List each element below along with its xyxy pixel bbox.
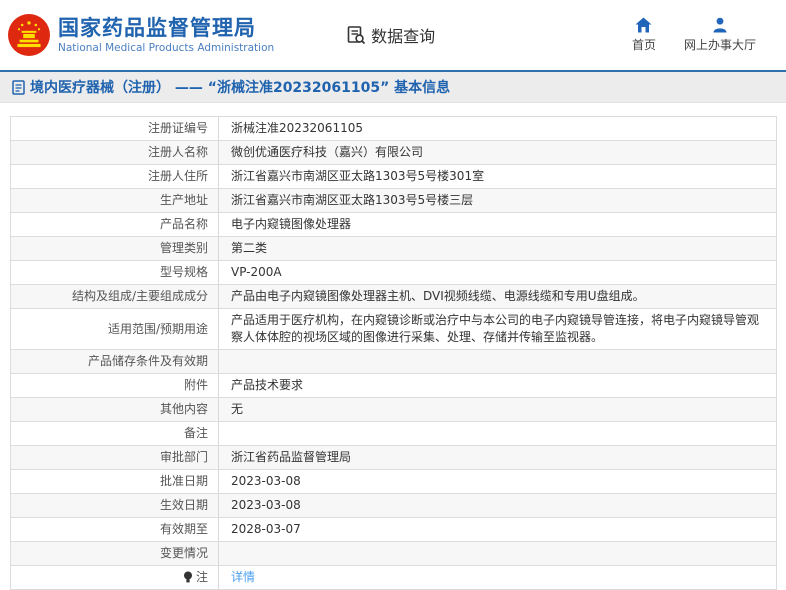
data-query-section[interactable]: 数据查询 bbox=[346, 23, 435, 47]
header-nav: 首页 网上办事大厅 bbox=[632, 17, 756, 53]
row-label: 批准日期 bbox=[11, 470, 219, 493]
table-row: 审批部门 浙江省药品监督管理局 bbox=[11, 446, 776, 470]
row-value: 2023-03-08 bbox=[231, 474, 301, 488]
row-label: 适用范围/预期用途 bbox=[11, 309, 219, 349]
table-row: 变更情况 bbox=[11, 542, 776, 566]
row-label: 注册人名称 bbox=[11, 141, 219, 164]
row-value bbox=[219, 542, 776, 565]
site-title: 国家药品监督管理局 bbox=[58, 15, 256, 40]
table-row: 附件 产品技术要求 bbox=[11, 374, 776, 398]
row-label: 其他内容 bbox=[11, 398, 219, 421]
breadcrumb-bar: 境内医疗器械（注册） —— “浙械注准20232061105” 基本信息 bbox=[0, 72, 786, 103]
table-row: 批准日期 2023-03-08 bbox=[11, 470, 776, 494]
table-row: 管理类别 第二类 bbox=[11, 237, 776, 261]
row-value: 产品技术要求 bbox=[231, 378, 304, 392]
row-value: 电子内窥镜图像处理器 bbox=[231, 217, 352, 231]
row-label: 审批部门 bbox=[11, 446, 219, 469]
row-label: 管理类别 bbox=[11, 237, 219, 260]
row-label: 备注 bbox=[11, 422, 219, 445]
table-row: 生效日期 2023-03-08 bbox=[11, 494, 776, 518]
home-icon bbox=[635, 17, 652, 33]
table-row: 适用范围/预期用途 产品适用于医疗机构，在内窥镜诊断或治疗中与本公司的电子内窥镜… bbox=[11, 309, 776, 350]
row-value: 浙江省嘉兴市南湖区亚太路1303号5号楼三层 bbox=[231, 193, 474, 207]
table-row: 产品储存条件及有效期 bbox=[11, 350, 776, 374]
row-value: 浙械注准20232061105 bbox=[231, 121, 363, 135]
nav-item-home[interactable]: 首页 bbox=[632, 17, 656, 53]
table-row: 生产地址 浙江省嘉兴市南湖区亚太路1303号5号楼三层 bbox=[11, 189, 776, 213]
row-value: 浙江省药品监督管理局 bbox=[231, 450, 352, 464]
row-value: 产品适用于医疗机构，在内窥镜诊断或治疗中与本公司的电子内窥镜导管连接，将电子内窥… bbox=[231, 313, 760, 344]
row-value: VP-200A bbox=[231, 265, 282, 279]
brand-text: 国家药品监督管理局 National Medical Products Admi… bbox=[58, 16, 274, 54]
table-row: 注册人名称 微创优通医疗科技（嘉兴）有限公司 bbox=[11, 141, 776, 165]
person-icon bbox=[713, 17, 727, 33]
document-icon bbox=[12, 79, 25, 95]
table-row: 型号规格 VP-200A bbox=[11, 261, 776, 285]
breadcrumb-text: 境内医疗器械（注册） —— “浙械注准20232061105” 基本信息 bbox=[30, 80, 451, 96]
row-value: 第二类 bbox=[231, 241, 268, 255]
nav-item-service-hall[interactable]: 网上办事大厅 bbox=[684, 17, 756, 53]
note-label: 注 bbox=[195, 570, 208, 584]
row-label: 注 bbox=[11, 566, 219, 589]
row-label: 注册证编号 bbox=[11, 117, 219, 140]
row-label: 生效日期 bbox=[11, 494, 219, 517]
page-header: 国家药品监督管理局 National Medical Products Admi… bbox=[0, 0, 786, 70]
details-link[interactable]: 详情 bbox=[231, 570, 255, 584]
row-label: 附件 bbox=[11, 374, 219, 397]
table-row: 注 详情 bbox=[11, 566, 776, 590]
table-row: 注册人住所 浙江省嘉兴市南湖区亚太路1303号5号楼301室 bbox=[11, 165, 776, 189]
row-value: 2028-03-07 bbox=[231, 522, 301, 536]
row-value: 无 bbox=[231, 402, 244, 416]
row-label: 产品储存条件及有效期 bbox=[11, 350, 219, 373]
row-value: 微创优通医疗科技（嘉兴）有限公司 bbox=[231, 145, 424, 159]
row-label: 注册人住所 bbox=[11, 165, 219, 188]
site-subtitle: National Medical Products Administration bbox=[58, 42, 275, 55]
row-label: 变更情况 bbox=[11, 542, 219, 565]
table-row: 注册证编号 浙械注准20232061105 bbox=[11, 117, 776, 141]
row-value: 浙江省嘉兴市南湖区亚太路1303号5号楼301室 bbox=[231, 169, 485, 183]
table-row: 产品名称 电子内窥镜图像处理器 bbox=[11, 213, 776, 237]
china-national-emblem-icon bbox=[8, 14, 50, 56]
data-query-label: 数据查询 bbox=[371, 27, 436, 46]
table-row: 备注 bbox=[11, 422, 776, 446]
nav-home-label: 首页 bbox=[631, 38, 656, 52]
row-label: 生产地址 bbox=[11, 189, 219, 212]
document-search-icon bbox=[347, 26, 366, 45]
nav-service-hall-label: 网上办事大厅 bbox=[683, 38, 756, 52]
row-value bbox=[219, 422, 776, 445]
row-label: 有效期至 bbox=[11, 518, 219, 541]
site-logo[interactable]: 国家药品监督管理局 National Medical Products Admi… bbox=[8, 14, 274, 56]
table-row: 其他内容 无 bbox=[11, 398, 776, 422]
row-value: 2023-03-08 bbox=[231, 498, 301, 512]
table-row: 有效期至 2028-03-07 bbox=[11, 518, 776, 542]
row-label: 结构及组成/主要组成成分 bbox=[11, 285, 219, 308]
row-value: 产品由电子内窥镜图像处理器主机、DVI视频线缆、电源线缆和专用U盘组成。 bbox=[231, 289, 645, 303]
table-row: 结构及组成/主要组成成分 产品由电子内窥镜图像处理器主机、DVI视频线缆、电源线… bbox=[11, 285, 776, 309]
row-value bbox=[219, 350, 776, 373]
bulb-icon bbox=[183, 571, 193, 584]
row-label: 型号规格 bbox=[11, 261, 219, 284]
breadcrumb: 境内医疗器械（注册） —— “浙械注准20232061105” 基本信息 bbox=[12, 77, 450, 97]
row-value: 详情 bbox=[219, 566, 776, 589]
registration-info-table: 注册证编号 浙械注准20232061105 注册人名称 微创优通医疗科技（嘉兴）… bbox=[10, 116, 777, 590]
row-label: 产品名称 bbox=[11, 213, 219, 236]
